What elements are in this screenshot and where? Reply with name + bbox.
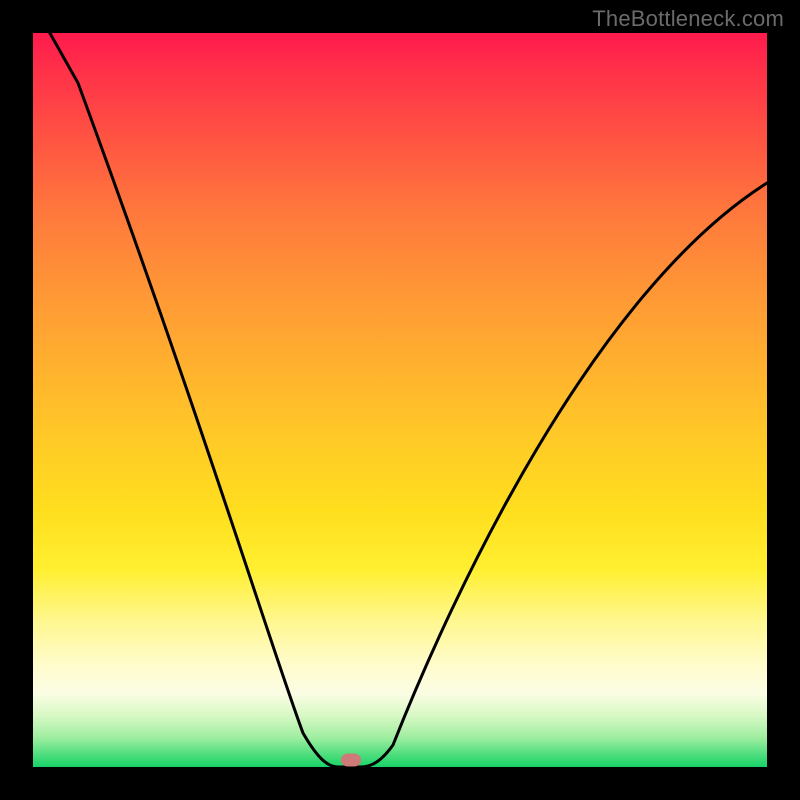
optimal-point-marker — [341, 754, 361, 767]
plot-area — [33, 33, 767, 767]
watermark-text: TheBottleneck.com — [592, 6, 784, 32]
bottleneck-curve — [33, 33, 767, 767]
curve-layer — [33, 33, 767, 767]
chart-frame: TheBottleneck.com — [0, 0, 800, 800]
